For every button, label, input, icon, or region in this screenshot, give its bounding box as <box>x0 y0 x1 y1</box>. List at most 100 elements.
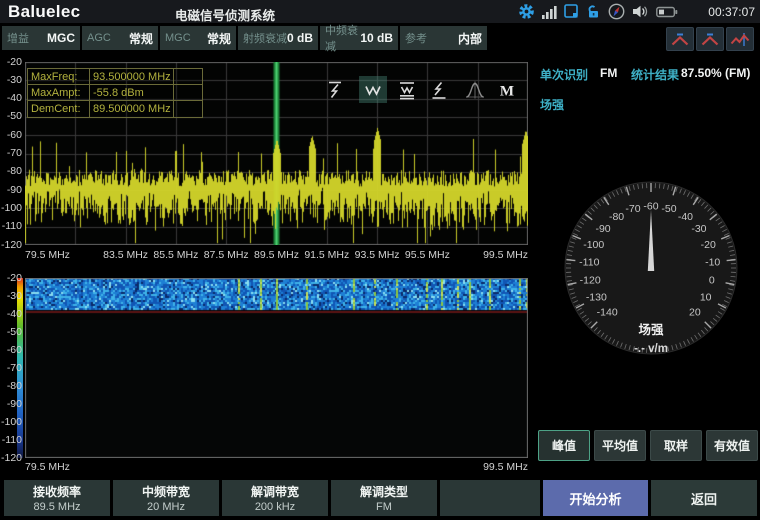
detector-button-3[interactable]: 取样 <box>650 430 702 461</box>
y-tick-label: -80 <box>0 380 22 393</box>
signal-strength-icon <box>542 5 557 19</box>
single-recognition-value: FM <box>600 66 617 80</box>
toolbar-cell-value: 常规 <box>207 30 231 47</box>
x-tick-label: 79.5 MHz <box>25 249 70 262</box>
start-analysis-button[interactable]: 开始分析 <box>543 480 648 516</box>
x-tick-label: 95.5 MHz <box>398 249 456 262</box>
toolbar-cell-label: 中频衰减 <box>325 22 360 54</box>
lightning-underline-icon[interactable] <box>425 76 453 103</box>
svg-text:-10: -10 <box>705 256 720 268</box>
svg-text:-30: -30 <box>691 223 706 235</box>
waterfall-plot[interactable] <box>25 278 528 458</box>
battery-icon <box>656 6 678 18</box>
x-tick-label: 93.5 MHz <box>348 249 406 262</box>
toolbar-cell-label: 增益 <box>7 30 29 46</box>
y-tick-label: -70 <box>0 362 22 375</box>
field-strength-label: 场强 <box>540 96 564 113</box>
speaker-icon <box>632 4 649 19</box>
x-tick-label: 89.5 MHz <box>248 249 306 262</box>
x-tick-label: 91.5 MHz <box>298 249 356 262</box>
bottom-cell-3[interactable]: 解调带宽200 kHz <box>222 480 328 516</box>
info-label: MaxAmpt: <box>28 85 90 101</box>
y-tick-label: -20 <box>0 272 22 285</box>
field-strength-gauge: -140-130-120-110-100-90-80-70-60-50-40-3… <box>556 170 756 370</box>
bottom-cell-1[interactable]: 接收频率89.5 MHz <box>4 480 110 516</box>
toolbar-cell-6[interactable]: 参考内部 <box>400 26 487 50</box>
svg-text:M: M <box>500 83 514 99</box>
toolbar-cell-1[interactable]: 增益MGC <box>2 26 80 50</box>
toolbar-cell-value: 0 dB <box>287 31 313 45</box>
bottom-cell-value: 200 kHz <box>255 501 295 513</box>
bottom-cell-label: 解调带宽 <box>251 483 299 500</box>
detector-button-1[interactable]: 峰值 <box>538 430 590 461</box>
x-tick-label: 83.5 MHz <box>97 249 155 262</box>
bottom-cell-label: 接收频率 <box>33 483 81 500</box>
detector-button-4[interactable]: 有效值 <box>706 430 758 461</box>
bottom-cell-value: 20 MHz <box>147 501 185 513</box>
info-label: MaxFreq: <box>28 69 90 85</box>
bottom-cell-4[interactable]: 解调类型FM <box>331 480 437 516</box>
toolbar-cell-label: 射频衰减 <box>243 30 287 46</box>
toolbar-cell-value: 内部 <box>458 30 482 47</box>
screenshot-icon[interactable] <box>564 4 579 19</box>
svg-text:-80: -80 <box>609 211 624 223</box>
waterfall-x-start: 79.5 MHz <box>25 461 70 474</box>
x-tick-label: 87.5 MHz <box>197 249 255 262</box>
m-icon[interactable]: M <box>493 76 521 103</box>
back-button[interactable]: 返回 <box>651 480 757 516</box>
w-lines-icon[interactable] <box>393 76 421 103</box>
y-tick-label: -100 <box>0 416 22 429</box>
toolbar-cell-3[interactable]: MGC常规 <box>160 26 236 50</box>
statistics-label: 统计结果 <box>631 66 679 83</box>
waterfall-x-end: 99.5 MHz <box>428 461 528 474</box>
svg-text:-130: -130 <box>586 292 607 304</box>
y-tick-label: -100 <box>0 202 22 215</box>
toolbar-cell-2[interactable]: AGC常规 <box>82 26 158 50</box>
brand-logo: Baluelec <box>8 2 80 22</box>
y-tick-label: -60 <box>0 344 22 357</box>
statistics-value: 87.50% (FM) <box>681 66 750 80</box>
compass-icon <box>608 3 625 20</box>
detector-button-2[interactable]: 平均值 <box>594 430 646 461</box>
spectrum-panel: -20-30-40-50-60-70-80-90-100-110-120 79.… <box>0 56 532 268</box>
clock: 00:37:07 <box>708 5 755 19</box>
y-tick-label: -90 <box>0 398 22 411</box>
svg-text:20: 20 <box>689 306 701 318</box>
bottom-cell-empty <box>440 480 540 516</box>
next-peak-button[interactable] <box>696 27 724 51</box>
gauge-reading: -.- v/m <box>634 343 668 355</box>
toolbar-cell-5[interactable]: 中频衰减10 dB <box>320 26 398 50</box>
svg-text:-90: -90 <box>595 223 610 235</box>
svg-text:0: 0 <box>709 275 715 287</box>
marker-trace-button[interactable] <box>726 27 754 51</box>
bottom-cell-label: 解调类型 <box>360 483 408 500</box>
y-tick-label: -120 <box>0 239 22 252</box>
bottom-cell-value: 89.5 MHz <box>33 501 80 513</box>
bell-curve-icon[interactable] <box>461 76 489 103</box>
y-tick-label: -120 <box>0 452 22 465</box>
svg-text:-140: -140 <box>597 306 618 318</box>
toolbar-cell-value: 常规 <box>129 30 153 47</box>
w-icon[interactable] <box>359 76 387 103</box>
toolbar-cell-4[interactable]: 射频衰减0 dB <box>238 26 318 50</box>
svg-text:-100: -100 <box>583 239 604 251</box>
settings-gear-icon[interactable] <box>518 3 535 20</box>
svg-text:10: 10 <box>700 292 712 304</box>
y-tick-label: -60 <box>0 129 22 142</box>
info-value: 93.500000 MHz <box>90 69 174 85</box>
waterfall-panel: -20-30-40-50-60-70-80-90-100-110-120 79.… <box>0 268 532 480</box>
bottom-cell-2[interactable]: 中频带宽20 MHz <box>113 480 219 516</box>
info-spacer <box>174 85 202 101</box>
info-spacer <box>174 69 202 85</box>
y-tick-label: -50 <box>0 326 22 339</box>
bottom-cell-label: 中频带宽 <box>142 483 190 500</box>
gain-toolbar: 增益MGCAGC常规MGC常规射频衰减0 dB中频衰减10 dB参考内部 <box>2 26 487 50</box>
bottom-cell-value: FM <box>376 501 392 513</box>
x-tick-label: 85.5 MHz <box>147 249 205 262</box>
peak-search-button[interactable] <box>666 27 694 51</box>
app-title: 电磁信号侦测系统 <box>175 5 275 24</box>
svg-text:-20: -20 <box>701 239 716 251</box>
svg-text:-60: -60 <box>643 201 658 213</box>
lightning-overline-icon[interactable] <box>321 76 349 103</box>
info-spacer <box>174 101 202 117</box>
